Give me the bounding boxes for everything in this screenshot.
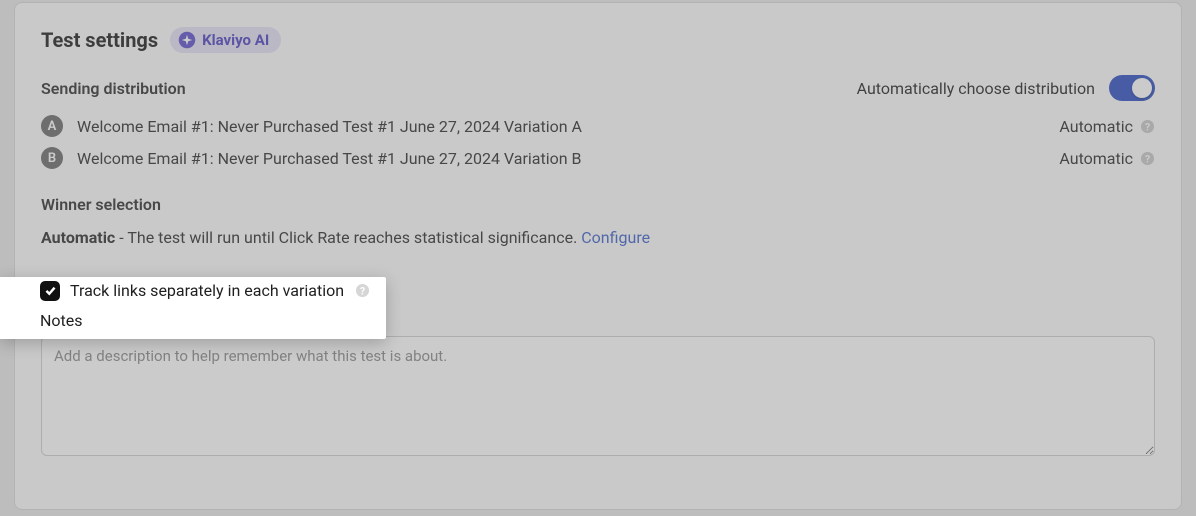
variation-mode-b: Automatic bbox=[1059, 149, 1133, 168]
check-icon bbox=[44, 284, 57, 297]
variation-badge-a: A bbox=[41, 115, 63, 137]
variation-row-b: B Welcome Email #1: Never Purchased Test… bbox=[41, 147, 1155, 169]
winner-description-line: Automatic - The test will run until Clic… bbox=[41, 228, 1155, 247]
header-row: Test settings Klaviyo AI bbox=[41, 27, 1155, 53]
track-links-label: Track links separately in each variation bbox=[70, 281, 344, 300]
winner-selection-label: Winner selection bbox=[41, 195, 1155, 214]
winner-description: - The test will run until Click Rate rea… bbox=[115, 228, 581, 247]
highlight-content: Track links separately in each variation… bbox=[0, 277, 386, 339]
sending-distribution-label: Sending distribution bbox=[41, 79, 186, 98]
notes-textarea[interactable] bbox=[41, 336, 1155, 456]
help-icon[interactable]: ? bbox=[354, 283, 370, 299]
track-links-checkbox[interactable] bbox=[40, 281, 60, 301]
test-settings-panel: Test settings Klaviyo AI Sending distrib… bbox=[14, 2, 1182, 510]
variation-name-a: Welcome Email #1: Never Purchased Test #… bbox=[77, 117, 582, 136]
notes-label-highlight: Notes bbox=[40, 311, 83, 330]
klaviyo-ai-badge[interactable]: Klaviyo AI bbox=[170, 27, 281, 53]
toggle-knob bbox=[1132, 78, 1152, 98]
svg-text:?: ? bbox=[1144, 152, 1149, 165]
page-title: Test settings bbox=[41, 28, 158, 52]
svg-text:?: ? bbox=[1144, 120, 1149, 133]
auto-distribution-control: Automatically choose distribution bbox=[857, 75, 1155, 101]
winner-section: Winner selection Automatic - The test wi… bbox=[41, 195, 1155, 247]
help-icon[interactable]: ? bbox=[1139, 118, 1155, 134]
help-icon[interactable]: ? bbox=[1139, 150, 1155, 166]
winner-mode: Automatic bbox=[41, 228, 115, 247]
variation-mode-a: Automatic bbox=[1059, 117, 1133, 136]
distribution-header: Sending distribution Automatically choos… bbox=[41, 75, 1155, 101]
variation-badge-b: B bbox=[41, 147, 63, 169]
ai-badge-label: Klaviyo AI bbox=[202, 31, 269, 49]
variation-name-b: Welcome Email #1: Never Purchased Test #… bbox=[77, 149, 581, 168]
auto-distribution-label: Automatically choose distribution bbox=[857, 79, 1095, 98]
sparkle-icon bbox=[178, 31, 196, 49]
configure-link[interactable]: Configure bbox=[581, 228, 650, 247]
auto-distribution-toggle[interactable] bbox=[1109, 75, 1155, 101]
svg-text:?: ? bbox=[359, 284, 364, 297]
variation-row-a: A Welcome Email #1: Never Purchased Test… bbox=[41, 115, 1155, 137]
